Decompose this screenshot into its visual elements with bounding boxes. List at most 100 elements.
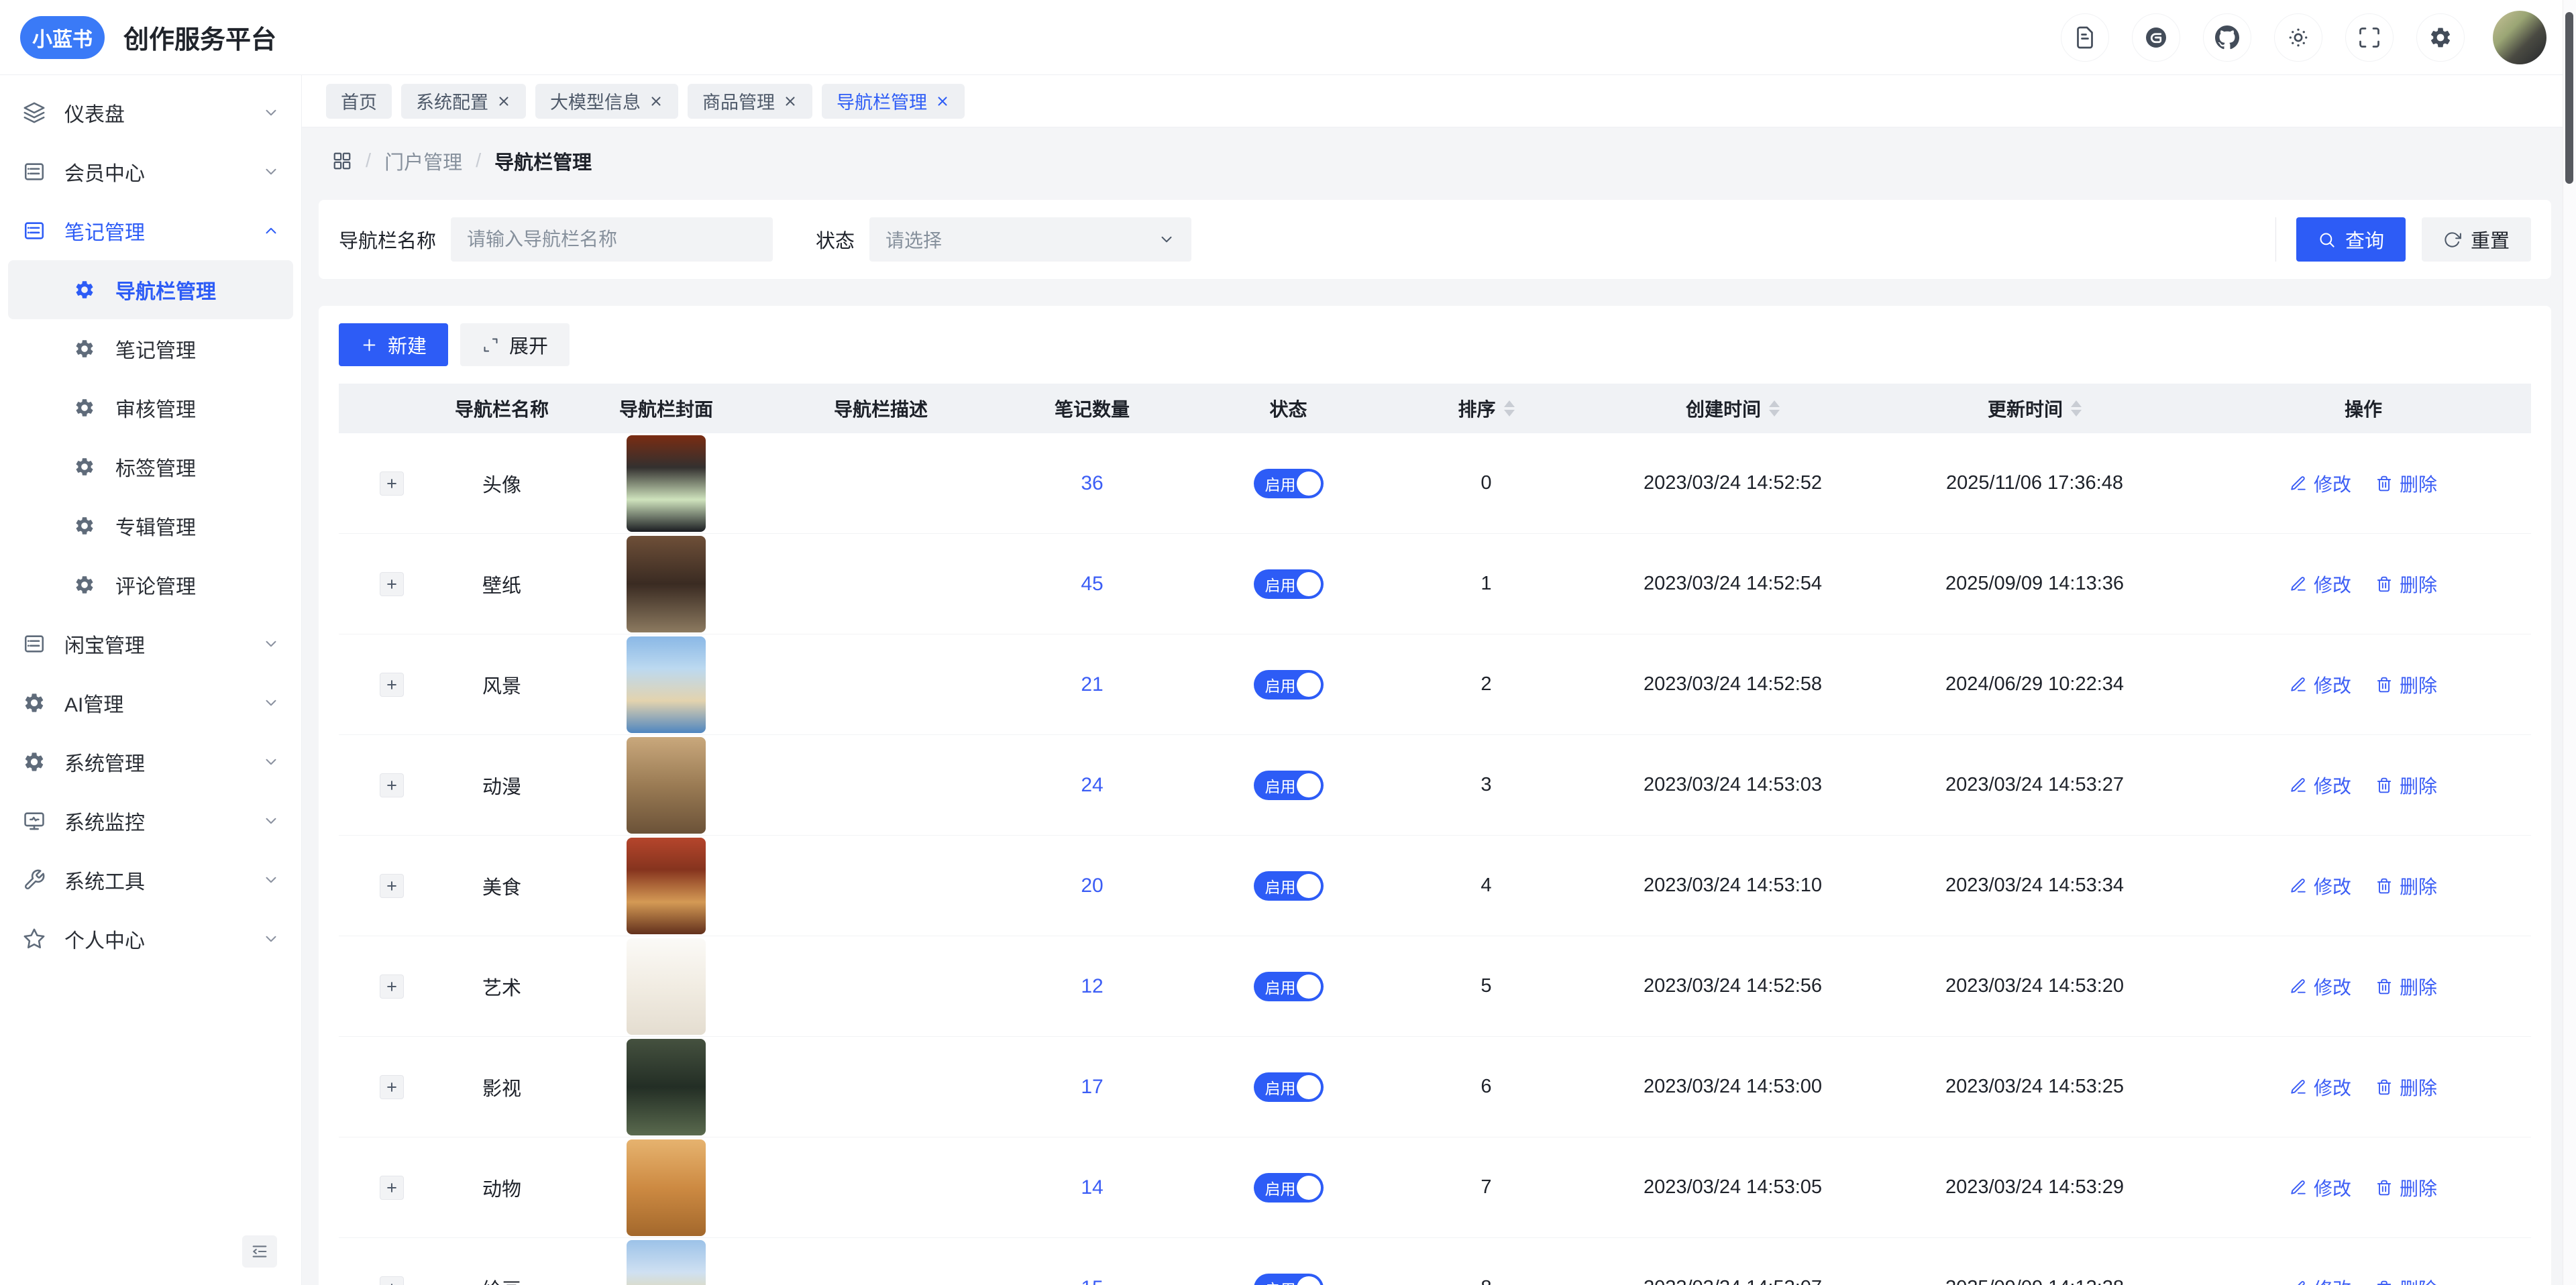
- row-expand-button[interactable]: [380, 773, 404, 797]
- nav-cover-image[interactable]: [627, 1039, 706, 1135]
- sidebar-subitem[interactable]: 评论管理: [8, 555, 293, 614]
- sidebar-subitem[interactable]: 导航栏管理: [8, 260, 293, 319]
- close-icon[interactable]: [935, 94, 950, 109]
- row-expand-button[interactable]: [380, 572, 404, 596]
- status-toggle[interactable]: 启用: [1254, 771, 1324, 800]
- sidebar-subitem[interactable]: 审核管理: [8, 378, 293, 437]
- document-button[interactable]: [2061, 13, 2109, 62]
- tab-item[interactable]: 首页: [326, 84, 392, 119]
- edit-button[interactable]: 修改: [2290, 1174, 2351, 1201]
- delete-button[interactable]: 删除: [2375, 671, 2437, 698]
- nav-cover-image[interactable]: [627, 737, 706, 834]
- tab-item[interactable]: 系统配置: [401, 84, 526, 119]
- status-toggle[interactable]: 启用: [1254, 1274, 1324, 1285]
- row-expand-button[interactable]: [380, 1176, 404, 1200]
- sidebar-item[interactable]: 仪表盘: [0, 83, 301, 142]
- status-toggle[interactable]: 启用: [1254, 871, 1324, 901]
- sidebar-item[interactable]: 系统工具: [0, 850, 301, 909]
- sort-carets-icon[interactable]: [1769, 400, 1780, 416]
- status-select[interactable]: 请选择: [869, 217, 1191, 262]
- tab-item[interactable]: 大模型信息: [535, 84, 678, 119]
- row-expand-button[interactable]: [380, 874, 404, 898]
- tab-item[interactable]: 导航栏管理: [822, 84, 965, 119]
- sidebar-item[interactable]: 闲宝管理: [0, 614, 301, 673]
- create-button[interactable]: 新建: [339, 323, 448, 366]
- avatar[interactable]: [2493, 11, 2546, 64]
- edit-button[interactable]: 修改: [2290, 1074, 2351, 1101]
- sort-carets-icon[interactable]: [2071, 400, 2082, 416]
- nav-cover-image[interactable]: [627, 536, 706, 632]
- sidebar-subitem[interactable]: 标签管理: [8, 437, 293, 496]
- nav-cover-image[interactable]: [627, 938, 706, 1035]
- expand-all-button[interactable]: 展开: [460, 323, 570, 366]
- delete-button[interactable]: 删除: [2375, 973, 2437, 1000]
- note-count-link[interactable]: 14: [1081, 1176, 1103, 1199]
- row-expand-button[interactable]: [380, 471, 404, 496]
- row-expand-button[interactable]: [380, 974, 404, 999]
- edit-button[interactable]: 修改: [2290, 873, 2351, 899]
- scrollbar-thumb[interactable]: [2565, 12, 2573, 184]
- theme-button[interactable]: [2274, 13, 2322, 62]
- delete-button[interactable]: 删除: [2375, 1074, 2437, 1101]
- status-toggle[interactable]: 启用: [1254, 1173, 1324, 1203]
- edit-button[interactable]: 修改: [2290, 571, 2351, 598]
- sidebar-item[interactable]: 个人中心: [0, 909, 301, 968]
- nav-cover-image[interactable]: [627, 636, 706, 733]
- fullscreen-button[interactable]: [2345, 13, 2394, 62]
- note-count-link[interactable]: 36: [1081, 472, 1103, 495]
- breadcrumb-item[interactable]: 门户管理: [384, 147, 462, 175]
- note-count-link[interactable]: 45: [1081, 573, 1103, 596]
- delete-button[interactable]: 删除: [2375, 1174, 2437, 1201]
- close-icon[interactable]: [496, 94, 511, 109]
- sidebar-collapse-button[interactable]: [242, 1235, 277, 1268]
- edit-button[interactable]: 修改: [2290, 973, 2351, 1000]
- table-cell: [339, 874, 445, 898]
- delete-button[interactable]: 删除: [2375, 873, 2437, 899]
- delete-button[interactable]: 删除: [2375, 470, 2437, 497]
- close-icon[interactable]: [649, 94, 663, 109]
- note-count-link[interactable]: 21: [1081, 673, 1103, 696]
- settings-button[interactable]: [2416, 13, 2465, 62]
- nav-cover-image[interactable]: [627, 1139, 706, 1236]
- nav-name-input[interactable]: [451, 217, 773, 262]
- search-button[interactable]: 查询: [2296, 217, 2406, 262]
- sidebar-subitem[interactable]: 笔记管理: [8, 319, 293, 378]
- note-count-link[interactable]: 15: [1081, 1277, 1103, 1285]
- delete-button[interactable]: 删除: [2375, 772, 2437, 799]
- github-button[interactable]: [2203, 13, 2251, 62]
- edit-button[interactable]: 修改: [2290, 470, 2351, 497]
- sidebar-subitem[interactable]: 专辑管理: [8, 496, 293, 555]
- nav-cover-image[interactable]: [627, 838, 706, 934]
- tab-item[interactable]: 商品管理: [688, 84, 812, 119]
- status-toggle[interactable]: 启用: [1254, 469, 1324, 498]
- status-toggle[interactable]: 启用: [1254, 1072, 1324, 1102]
- note-count-link[interactable]: 20: [1081, 875, 1103, 897]
- sidebar-item[interactable]: 会员中心: [0, 142, 301, 201]
- delete-button[interactable]: 删除: [2375, 571, 2437, 598]
- sidebar-item[interactable]: 笔记管理: [0, 201, 301, 260]
- row-expand-button[interactable]: [380, 1075, 404, 1099]
- note-count-link[interactable]: 24: [1081, 774, 1103, 797]
- row-expand-button[interactable]: [380, 673, 404, 697]
- app-logo[interactable]: 小蓝书: [20, 16, 105, 59]
- status-toggle[interactable]: 启用: [1254, 972, 1324, 1001]
- reset-button[interactable]: 重置: [2422, 217, 2531, 262]
- note-count-link[interactable]: 12: [1081, 975, 1103, 998]
- status-toggle[interactable]: 启用: [1254, 569, 1324, 599]
- note-count-link[interactable]: 17: [1081, 1076, 1103, 1099]
- edit-button[interactable]: 修改: [2290, 1275, 2351, 1285]
- sidebar-item[interactable]: 系统管理: [0, 732, 301, 791]
- nav-cover-image[interactable]: [627, 1240, 706, 1285]
- sort-carets-icon[interactable]: [1504, 400, 1515, 416]
- edit-button[interactable]: 修改: [2290, 772, 2351, 799]
- grid-icon[interactable]: [332, 151, 352, 171]
- status-toggle[interactable]: 启用: [1254, 670, 1324, 700]
- sidebar-item[interactable]: 系统监控: [0, 791, 301, 850]
- row-expand-button[interactable]: [380, 1276, 404, 1285]
- sidebar-item[interactable]: AI管理: [0, 673, 301, 732]
- gitee-button[interactable]: [2132, 13, 2180, 62]
- close-icon[interactable]: [783, 94, 798, 109]
- delete-button[interactable]: 删除: [2375, 1275, 2437, 1285]
- edit-button[interactable]: 修改: [2290, 671, 2351, 698]
- nav-cover-image[interactable]: [627, 435, 706, 532]
